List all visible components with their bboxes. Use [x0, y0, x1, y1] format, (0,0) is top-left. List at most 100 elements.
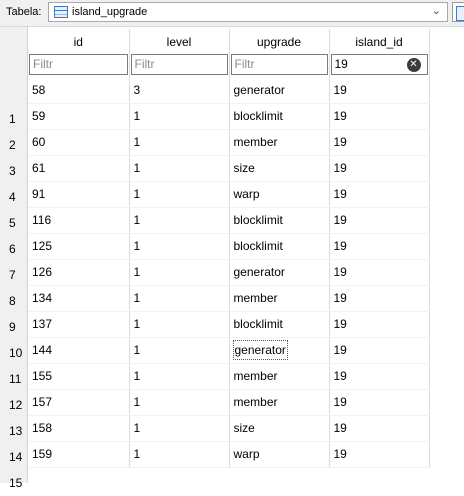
cell-upgrade[interactable]: blocklimit — [229, 207, 330, 234]
cell-level[interactable]: 1 — [129, 363, 230, 390]
cell-upgrade[interactable]: blocklimit — [229, 233, 330, 260]
column-header-id[interactable]: id — [28, 29, 130, 52]
cell-island-id[interactable]: 19 — [329, 181, 430, 208]
cell-island-id[interactable]: 19 — [329, 285, 430, 312]
row-number[interactable]: 7 — [0, 262, 28, 288]
row-number[interactable]: 12 — [0, 392, 28, 418]
cell-island-id[interactable]: 19 — [329, 207, 430, 234]
cell-upgrade[interactable]: blocklimit — [229, 103, 330, 130]
row-number[interactable]: 6 — [0, 236, 28, 262]
table-row[interactable]: 91 1 warp 19 — [28, 181, 430, 208]
table-row[interactable]: 157 1 member 19 — [28, 389, 430, 416]
table-row[interactable]: 125 1 blocklimit 19 — [28, 233, 430, 260]
cell-upgrade[interactable]: warp — [229, 441, 330, 468]
cell-island-id[interactable]: 19 — [329, 337, 430, 364]
row-number[interactable]: 10 — [0, 340, 28, 366]
table-row[interactable]: 159 1 warp 19 — [28, 441, 430, 468]
cell-island-id[interactable]: 19 — [329, 77, 430, 104]
table-row[interactable]: 155 1 member 19 — [28, 363, 430, 390]
cell-island-id[interactable]: 19 — [329, 129, 430, 156]
table-row[interactable]: 137 1 blocklimit 19 — [28, 311, 430, 338]
column-header-level[interactable]: level — [129, 29, 230, 52]
cell-upgrade[interactable]: member — [229, 363, 330, 390]
row-number[interactable]: 3 — [0, 158, 28, 184]
cell-island-id[interactable]: 19 — [329, 415, 430, 442]
cell-island-id[interactable]: 19 — [329, 441, 430, 468]
cell-island-id[interactable]: 19 — [329, 389, 430, 416]
table-row[interactable]: 61 1 size 19 — [28, 155, 430, 182]
cell-id[interactable]: 126 — [28, 259, 130, 286]
row-number[interactable]: 15 — [0, 470, 28, 496]
cell-id[interactable]: 58 — [28, 77, 130, 104]
cell-level[interactable]: 1 — [129, 207, 230, 234]
cell-id[interactable]: 125 — [28, 233, 130, 260]
row-number[interactable]: 4 — [0, 184, 28, 210]
table-row[interactable]: 126 1 generator 19 — [28, 259, 430, 286]
table-row[interactable]: 59 1 blocklimit 19 — [28, 103, 430, 130]
filter-input-level[interactable]: Filtr — [130, 54, 228, 75]
cell-id[interactable]: 159 — [28, 441, 130, 468]
cell-level[interactable]: 1 — [129, 155, 230, 182]
cell-id[interactable]: 61 — [28, 155, 130, 182]
filter-input-id[interactable]: Filtr — [29, 54, 128, 75]
table-select[interactable]: island_upgrade ⌄ — [48, 2, 448, 22]
table-row[interactable]: 144 1 generator 19 — [28, 337, 430, 364]
chevron-down-icon[interactable]: ⌄ — [432, 4, 441, 17]
cell-upgrade[interactable]: member — [229, 129, 330, 156]
cell-upgrade[interactable]: member — [229, 389, 330, 416]
cell-island-id[interactable]: 19 — [329, 259, 430, 286]
cell-level[interactable]: 1 — [129, 259, 230, 286]
cell-id[interactable]: 60 — [28, 129, 130, 156]
cell-level[interactable]: 1 — [129, 311, 230, 338]
cell-id[interactable]: 91 — [28, 181, 130, 208]
cell-island-id[interactable]: 19 — [329, 311, 430, 338]
cell-upgrade[interactable]: generator — [229, 337, 330, 364]
cell-id[interactable]: 134 — [28, 285, 130, 312]
row-number[interactable]: 11 — [0, 366, 28, 392]
cell-upgrade[interactable]: generator — [229, 259, 330, 286]
clear-filter-icon[interactable]: ✕ — [406, 58, 421, 72]
cell-island-id[interactable]: 19 — [329, 233, 430, 260]
data-grid[interactable]: 1 2 3 4 5 6 7 8 9 10 11 12 13 14 15 id level upgrade i… — [0, 27, 464, 490]
cell-id[interactable]: 59 — [28, 103, 130, 130]
cell-island-id[interactable]: 19 — [329, 363, 430, 390]
table-action-button[interactable] — [452, 2, 464, 22]
cell-upgrade[interactable]: generator — [229, 77, 330, 104]
cell-level[interactable]: 1 — [129, 129, 230, 156]
row-number[interactable]: 2 — [0, 132, 28, 158]
cell-level[interactable]: 1 — [129, 441, 230, 468]
column-header-island-id[interactable]: island_id — [329, 29, 430, 52]
row-number[interactable]: 1 — [0, 106, 28, 132]
cell-level[interactable]: 3 — [129, 77, 230, 104]
cell-id[interactable]: 116 — [28, 207, 130, 234]
cell-level[interactable]: 1 — [129, 103, 230, 130]
table-row[interactable]: 158 1 size 19 — [28, 415, 430, 442]
cell-level[interactable]: 1 — [129, 389, 230, 416]
table-row[interactable]: 134 1 member 19 — [28, 285, 430, 312]
cell-upgrade[interactable]: warp — [229, 181, 330, 208]
row-number[interactable]: 8 — [0, 288, 28, 314]
filter-input-island-id[interactable]: 19 ✕ — [330, 54, 428, 75]
filter-input-upgrade[interactable]: Filtr — [230, 54, 328, 75]
cell-upgrade[interactable]: size — [229, 415, 330, 442]
table-row[interactable]: 116 1 blocklimit 19 — [28, 207, 430, 234]
column-header-upgrade[interactable]: upgrade — [229, 29, 330, 52]
cell-id[interactable]: 158 — [28, 415, 130, 442]
cell-upgrade[interactable]: member — [229, 285, 330, 312]
cell-level[interactable]: 1 — [129, 233, 230, 260]
cell-id[interactable]: 157 — [28, 389, 130, 416]
row-number[interactable]: 9 — [0, 314, 28, 340]
cell-island-id[interactable]: 19 — [329, 103, 430, 130]
row-number[interactable]: 5 — [0, 210, 28, 236]
cell-island-id[interactable]: 19 — [329, 155, 430, 182]
cell-level[interactable]: 1 — [129, 285, 230, 312]
table-row[interactable]: 60 1 member 19 — [28, 129, 430, 156]
row-number[interactable]: 13 — [0, 418, 28, 444]
row-number[interactable]: 14 — [0, 444, 28, 470]
cell-upgrade[interactable]: size — [229, 155, 330, 182]
cell-level[interactable]: 1 — [129, 181, 230, 208]
cell-id[interactable]: 155 — [28, 363, 130, 390]
cell-id[interactable]: 144 — [28, 337, 130, 364]
table-row[interactable]: 58 3 generator 19 — [28, 77, 430, 104]
cell-level[interactable]: 1 — [129, 415, 230, 442]
